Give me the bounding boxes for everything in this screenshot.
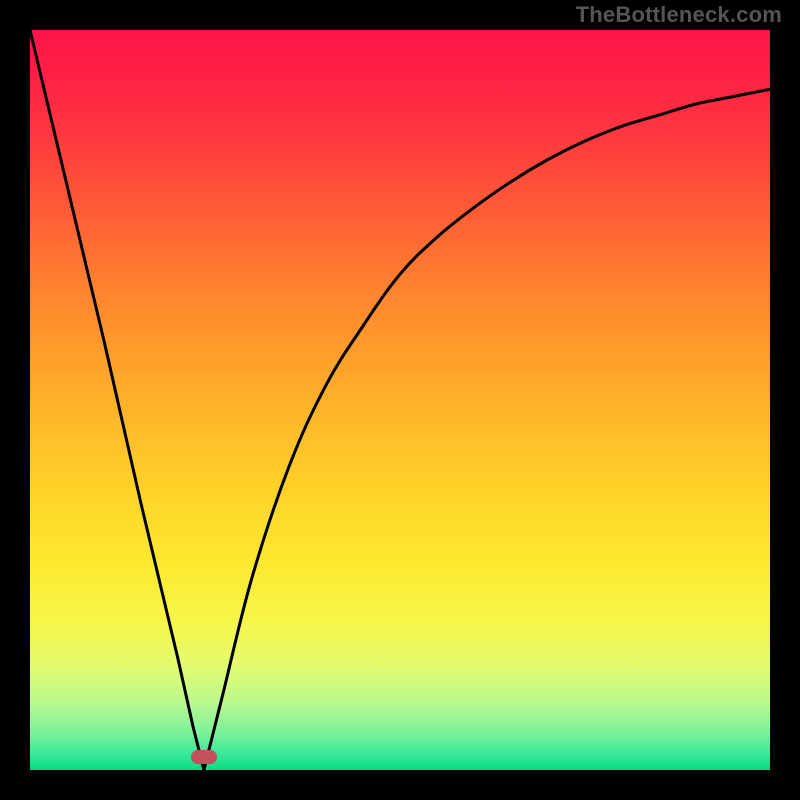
minimum-marker [191, 750, 217, 764]
attribution-text: TheBottleneck.com [576, 2, 782, 28]
bottleneck-curve [30, 30, 770, 770]
curve-path [30, 30, 770, 770]
plot-area [30, 30, 770, 770]
chart-frame: TheBottleneck.com [0, 0, 800, 800]
